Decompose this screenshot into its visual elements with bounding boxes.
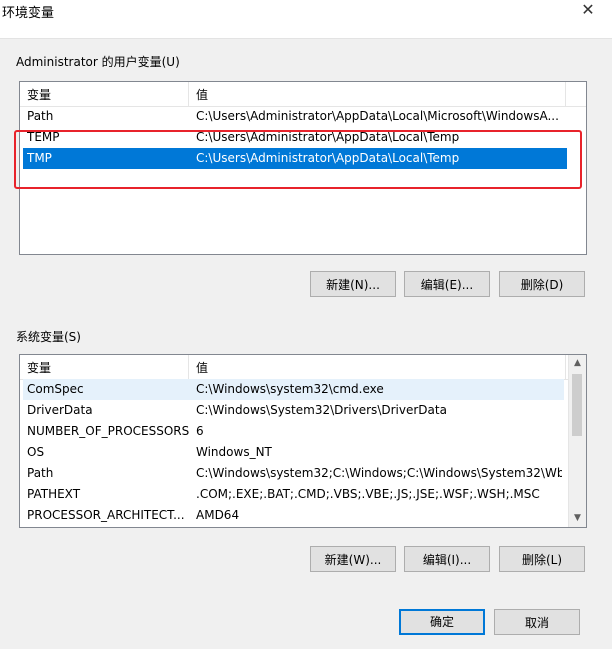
var-name: ComSpec [27,382,84,396]
var-name: Path [27,109,54,123]
user-new-button[interactable]: 新建(N)... [310,271,396,297]
scroll-up-icon[interactable]: ▲ [569,355,586,372]
var-value: .COM;.EXE;.BAT;.CMD;.VBS;.VBE;.JS;.JSE;.… [196,487,540,501]
cancel-button[interactable]: 取消 [494,609,580,635]
var-name: OS [27,445,45,459]
ok-button[interactable]: 确定 [399,609,485,635]
table-row[interactable]: Path C:\Windows\system32;C:\Windows;C:\W… [23,463,564,484]
table-row[interactable]: PATHEXT .COM;.EXE;.BAT;.CMD;.VBS;.VBE;.J… [23,484,564,505]
system-vars-label: 系统变量(S) [16,330,81,344]
system-vars-list[interactable]: 变量 值 ComSpec C:\Windows\system32\cmd.exe… [19,354,587,528]
user-edit-button[interactable]: 编辑(E)... [404,271,490,297]
window-title: 环境变量 [2,6,55,21]
table-row[interactable]: Path C:\Users\Administrator\AppData\Loca… [23,106,567,127]
column-separator[interactable] [565,82,566,106]
var-name: PATHEXT [27,487,81,501]
scroll-down-icon[interactable]: ▼ [569,510,586,527]
close-icon[interactable]: ✕ [578,0,598,20]
column-header-variable[interactable]: 变量 [27,359,51,376]
user-vars-header: 变量 值 [20,82,586,107]
table-row[interactable]: NUMBER_OF_PROCESSORS 6 [23,421,564,442]
table-row[interactable]: ComSpec C:\Windows\system32\cmd.exe [23,379,564,400]
var-name: NUMBER_OF_PROCESSORS [27,424,189,438]
column-separator[interactable] [188,355,189,379]
system-delete-button[interactable]: 删除(L) [499,546,585,572]
table-row[interactable]: DriverData C:\Windows\System32\Drivers\D… [23,400,564,421]
column-separator[interactable] [565,355,566,379]
var-value: C:\Users\Administrator\AppData\Local\Mic… [196,109,559,123]
var-value: C:\Windows\system32\cmd.exe [196,382,384,396]
system-vars-header: 变量 值 [20,355,569,380]
system-edit-button[interactable]: 编辑(I)... [404,546,490,572]
column-separator[interactable] [188,82,189,106]
column-header-variable[interactable]: 变量 [27,86,51,103]
var-name: PROCESSOR_ARCHITECT... [27,508,185,522]
var-value: 6 [196,424,204,438]
scroll-thumb[interactable] [572,374,582,436]
var-name: DriverData [27,403,93,417]
var-name: Path [27,466,54,480]
column-header-value[interactable]: 值 [196,86,208,103]
table-row[interactable]: PROCESSOR_ARCHITECT... AMD64 [23,505,564,526]
user-delete-button[interactable]: 删除(D) [499,271,585,297]
table-row[interactable]: OS Windows_NT [23,442,564,463]
column-header-value[interactable]: 值 [196,359,208,376]
var-value: AMD64 [196,508,240,522]
var-value: Windows_NT [196,445,272,459]
system-new-button[interactable]: 新建(W)... [310,546,396,572]
var-value: C:\Windows\system32;C:\Windows;C:\Window… [196,466,562,480]
user-vars-label: Administrator 的用户变量(U) [16,55,180,69]
var-value: C:\Windows\System32\Drivers\DriverData [196,403,447,417]
title-bar: 环境变量 ✕ [0,0,612,39]
highlight-annotation [14,130,582,189]
vertical-scrollbar[interactable]: ▲ ▼ [568,355,586,527]
